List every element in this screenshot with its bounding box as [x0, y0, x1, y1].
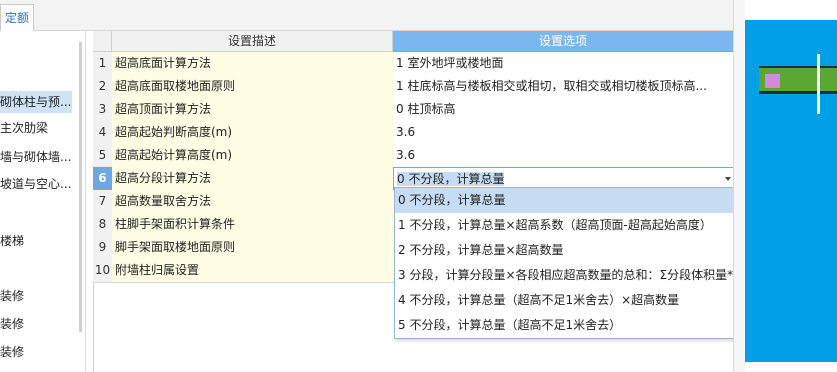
row-number: 6 — [93, 167, 113, 191]
table-row[interactable]: 1 超高底面计算方法 1 室外地坪或楼地面 — [93, 52, 736, 76]
row-number: 7 — [93, 190, 113, 214]
setting-value[interactable]: 1 柱底标高与楼板相交或相切，取相交或相切楼板顶标高... — [393, 75, 736, 99]
row-number: 4 — [93, 121, 113, 145]
canvas-beam-edge — [759, 91, 837, 94]
canvas-column-mark — [765, 74, 780, 88]
drawing-canvas[interactable] — [745, 0, 837, 372]
setting-description: 超高底面取楼地面原则 — [112, 75, 397, 99]
row-number: 2 — [93, 75, 113, 99]
row-number: 3 — [93, 98, 113, 122]
chevron-down-icon[interactable] — [725, 177, 731, 181]
setting-description: 超高底面计算方法 — [112, 52, 397, 76]
tree-scrollbar[interactable] — [79, 42, 82, 332]
table-row[interactable]: 2 超高底面取楼地面原则 1 柱底标高与楼板相交或相切，取相交或相切楼板顶标高.… — [93, 75, 736, 99]
setting-description: 超高分段计算方法 — [112, 167, 397, 191]
table-row[interactable]: 5 超高起始计算高度(m) 3.6 — [93, 144, 736, 168]
setting-description: 超高顶面计算方法 — [112, 98, 397, 122]
setting-description: 柱脚手架面积计算条件 — [112, 213, 397, 237]
component-tree: 砌体柱与预... 主次肋梁 墙与砌体墙... 坡道与空心... 楼梯 装修 装修… — [0, 31, 86, 372]
setting-description: 超高起始判断高度(m) — [112, 121, 397, 145]
tab-quota[interactable]: 定额 — [0, 4, 34, 31]
tree-item[interactable]: 装修 — [0, 313, 24, 335]
tree-item[interactable]: 砌体柱与预... — [0, 91, 72, 113]
selected-value: 0 不分段，计算总量 — [397, 172, 505, 186]
setting-value[interactable]: 0 柱顶标高 — [393, 98, 736, 122]
column-header-desc: 设置描述 — [112, 31, 393, 52]
table-row[interactable]: 4 超高起始判断高度(m) 3.6 — [93, 121, 736, 145]
canvas-top-edge — [745, 0, 837, 20]
tree-item[interactable]: 坡道与空心... — [0, 173, 71, 195]
canvas-bottom-edge — [745, 362, 837, 372]
table-row[interactable]: 3 超高顶面计算方法 0 柱顶标高 — [93, 98, 736, 122]
tree-item[interactable]: 楼梯 — [0, 230, 24, 252]
tree-item[interactable]: 墙与砌体墙... — [0, 146, 71, 168]
row-number: 1 — [93, 52, 113, 76]
grid-corner — [93, 31, 112, 52]
row-number: 9 — [93, 236, 113, 260]
setting-value[interactable]: 3.6 — [393, 144, 736, 168]
column-header-option: 设置选项 — [393, 31, 733, 52]
setting-value[interactable]: 1 室外地坪或楼地面 — [393, 52, 736, 76]
setting-value[interactable]: 3.6 — [393, 121, 736, 145]
setting-description: 脚手架面取楼地面原则 — [112, 236, 397, 260]
tree-item[interactable]: 主次肋梁 — [0, 117, 48, 139]
row-number: 5 — [93, 144, 113, 168]
row-number: 10 — [93, 259, 113, 283]
tree-item[interactable]: 装修 — [0, 285, 24, 307]
setting-description: 超高起始计算高度(m) — [112, 144, 397, 168]
vertical-scrollbar[interactable] — [733, 0, 745, 372]
setting-description: 超高数量取舍方法 — [112, 190, 397, 214]
tab-strip — [0, 0, 745, 31]
canvas-axis-line — [817, 54, 820, 114]
row-number: 8 — [93, 213, 113, 237]
setting-description: 附墙柱归属设置 — [112, 259, 397, 283]
tree-item[interactable]: 装修 — [0, 341, 24, 363]
